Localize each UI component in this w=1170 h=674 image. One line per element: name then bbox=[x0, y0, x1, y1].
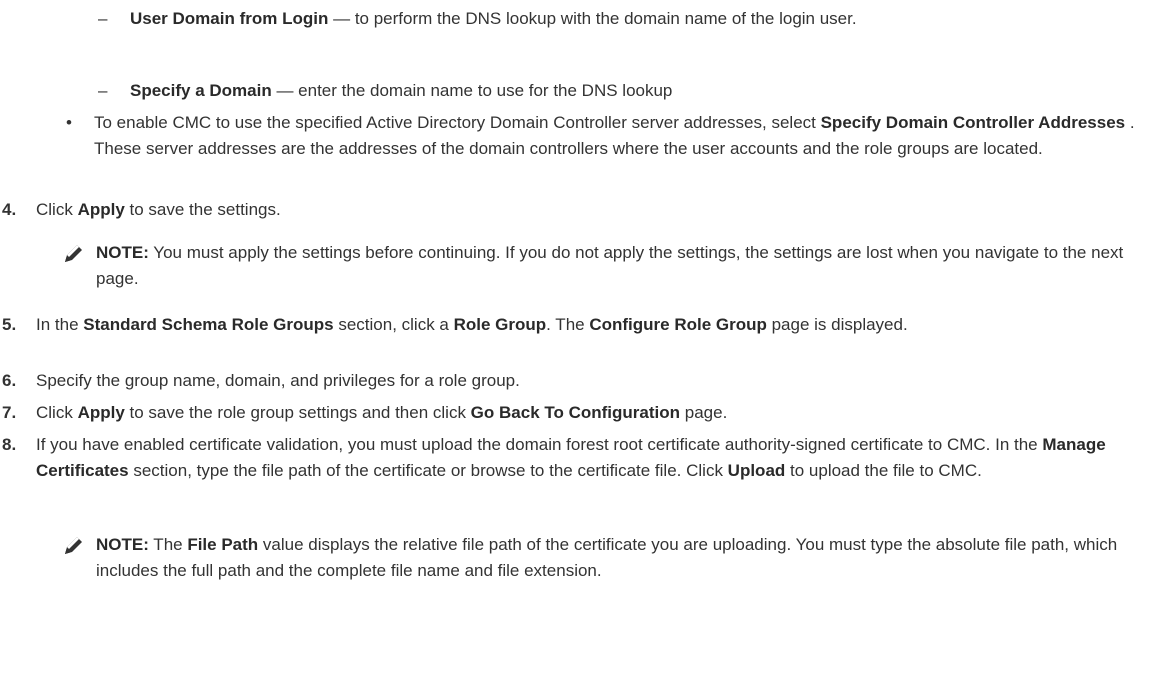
step-number: 4. bbox=[2, 200, 17, 219]
text-run: You must apply the settings before conti… bbox=[96, 243, 1124, 288]
option-name: Specify a Domain bbox=[130, 81, 272, 100]
step-number: 6. bbox=[2, 371, 17, 390]
separator: — bbox=[328, 9, 355, 28]
note-text: NOTE: You must apply the settings before… bbox=[96, 240, 1154, 292]
note-label: NOTE: bbox=[96, 535, 149, 554]
ui-term: Standard Schema Role Groups bbox=[83, 315, 334, 334]
note-label: NOTE: bbox=[96, 243, 149, 262]
step-text: In the Standard Schema Role Groups secti… bbox=[0, 312, 1160, 338]
text-run: In the bbox=[36, 315, 84, 334]
text-run: section, type the file path of the certi… bbox=[128, 461, 728, 480]
dash-item-text: User Domain from Login — to perform the … bbox=[130, 6, 1138, 32]
separator: — bbox=[271, 81, 299, 100]
step-item: 8. If you have enabled certificate valid… bbox=[0, 432, 1160, 484]
text-run: If you have enabled certificate validati… bbox=[36, 435, 1043, 454]
step-number: 7. bbox=[2, 403, 17, 422]
dash-list-item: – User Domain from Login — to perform th… bbox=[98, 6, 1138, 32]
text-run: . The bbox=[546, 315, 590, 334]
text-run: Specify the group name, domain, and priv… bbox=[36, 371, 520, 390]
text-run: The bbox=[148, 535, 188, 554]
ui-term: Go Back To Configuration bbox=[470, 403, 681, 422]
note-text: NOTE: The File Path value displays the r… bbox=[96, 532, 1154, 584]
step-item: 4. Click Apply to save the settings. bbox=[0, 197, 1160, 223]
pencil-note-icon bbox=[64, 535, 84, 555]
option-description: enter the domain name to use for the DNS… bbox=[298, 81, 673, 100]
bullet-marker: • bbox=[66, 113, 72, 132]
step-item: 7. Click Apply to save the role group se… bbox=[0, 400, 1160, 426]
ui-term: Upload bbox=[727, 461, 786, 480]
option-name: User Domain from Login bbox=[130, 9, 329, 28]
note-block: NOTE: The File Path value displays the r… bbox=[64, 532, 1154, 584]
option-name: Specify Domain Controller Addresses bbox=[820, 113, 1126, 132]
bullet-item-text: To enable CMC to use the specified Activ… bbox=[94, 110, 1146, 162]
option-description: to perform the DNS lookup with the domai… bbox=[354, 9, 857, 28]
ui-term: Role Group bbox=[453, 315, 547, 334]
ui-term: File Path bbox=[187, 535, 259, 554]
step-text: Specify the group name, domain, and priv… bbox=[36, 368, 1160, 394]
dash-marker: – bbox=[98, 9, 108, 28]
step-item: 5. In the Standard Schema Role Groups se… bbox=[0, 312, 1160, 338]
document-page: – User Domain from Login — to perform th… bbox=[0, 0, 1170, 674]
step-number: 8. bbox=[2, 435, 17, 454]
text-run: to save the role group settings and then… bbox=[124, 403, 471, 422]
text-run: to save the settings. bbox=[124, 200, 281, 219]
pencil-note-icon bbox=[64, 243, 84, 263]
ui-term: Apply bbox=[77, 403, 125, 422]
step-item: 6. Specify the group name, domain, and p… bbox=[0, 368, 1160, 394]
bullet-list-item: • To enable CMC to use the specified Act… bbox=[66, 110, 1146, 162]
step-text: Click Apply to save the settings. bbox=[36, 197, 1160, 223]
note-block: NOTE: You must apply the settings before… bbox=[64, 240, 1154, 292]
step-text: Click Apply to save the role group setti… bbox=[36, 400, 1160, 426]
dash-item-text: Specify a Domain — enter the domain name… bbox=[130, 78, 1138, 104]
dash-list-item: – Specify a Domain — enter the domain na… bbox=[98, 78, 1138, 104]
text-run: to upload the file to CMC. bbox=[785, 461, 982, 480]
text-run: page. bbox=[680, 403, 728, 422]
text-run: Click bbox=[36, 403, 78, 422]
text-run: Click bbox=[36, 200, 78, 219]
text-run: To enable CMC to use the specified Activ… bbox=[94, 113, 821, 132]
ui-term: Configure Role Group bbox=[589, 315, 767, 334]
step-number: 5. bbox=[2, 315, 17, 334]
step-text: If you have enabled certificate validati… bbox=[36, 432, 1160, 484]
ui-term: Apply bbox=[77, 200, 125, 219]
text-run: page is displayed. bbox=[766, 315, 908, 334]
dash-marker: – bbox=[98, 81, 108, 100]
text-run: section, click a bbox=[333, 315, 454, 334]
